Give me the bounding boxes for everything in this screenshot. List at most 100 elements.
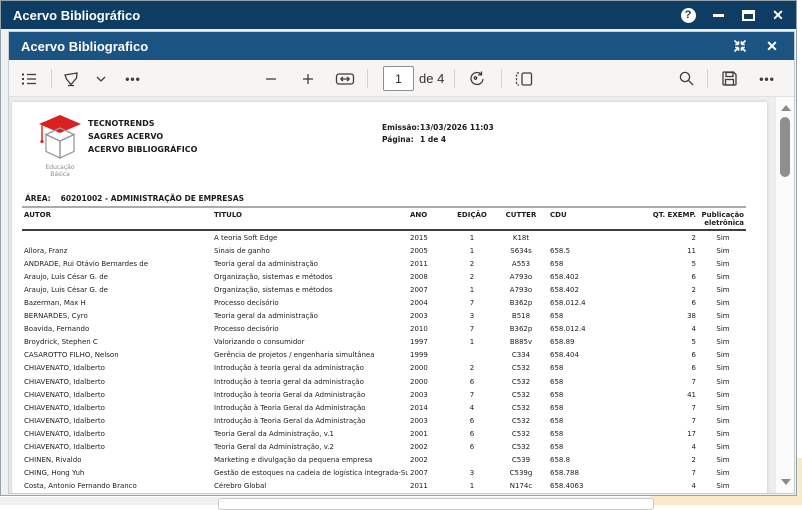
page-view-button[interactable] — [512, 66, 536, 92]
zoom-out-button[interactable] — [259, 66, 283, 92]
table-row: CHIAVENATO, IdalbertoIntrodução à teoria… — [22, 362, 746, 375]
table-row: Araujo, Luis César G. deOrganização, sis… — [22, 283, 746, 296]
scrollbar-thumb[interactable] — [780, 117, 790, 177]
emissao-value: 13/03/2026 11:03 — [420, 122, 494, 134]
cell-cdu: 658.012.4 — [546, 299, 642, 307]
cell-cutter: A553 — [496, 260, 546, 268]
more-tools-button[interactable]: ••• — [121, 66, 145, 92]
cell-cdu: 658 — [546, 404, 642, 412]
cell-qt: 7 — [642, 417, 700, 425]
cell-ano: 2001 — [408, 430, 448, 438]
cell-pub: Sim — [700, 312, 746, 320]
table-row: Broydrick, Stephen CValorizando o consum… — [22, 336, 746, 349]
cell-autor: CHIAVENATO, Idalberto — [22, 391, 214, 399]
child-window: Acervo Bibliografico ✕ — [8, 31, 795, 494]
cell-edicao: 3 — [448, 312, 496, 320]
child-close-button[interactable]: ✕ — [762, 36, 782, 56]
background-bottom-box — [218, 498, 654, 510]
header-publicacao: Publicação eletrônica — [700, 211, 746, 227]
search-button[interactable] — [674, 66, 698, 92]
cell-autor: Boavida, Fernando — [22, 325, 214, 333]
minimize-button[interactable] — [708, 5, 728, 25]
cell-edicao: 2 — [448, 364, 496, 372]
table-row: CHIAVENATO, IdalbertoIntrodução à teoria… — [22, 388, 746, 401]
cell-titulo: Teoria geral da administração — [214, 312, 408, 320]
highlighter-button[interactable] — [59, 66, 83, 92]
cell-cutter: C532 — [496, 417, 546, 425]
maximize-button[interactable] — [738, 5, 758, 25]
toolbar-separator — [367, 69, 368, 88]
cell-qt: 11 — [642, 247, 700, 255]
page-number-input[interactable] — [383, 66, 414, 91]
ellipsis-icon: ••• — [759, 72, 775, 86]
emissao-label: Emissão: — [382, 122, 420, 134]
cell-autor: Bazerman, Max H — [22, 299, 214, 307]
cell-ano: 2003 — [408, 417, 448, 425]
cell-pub: Sim — [700, 404, 746, 412]
cell-ano: 1999 — [408, 351, 448, 359]
scroll-down-icon[interactable] — [781, 479, 791, 485]
table-row: CHIAVENATO, IdalbertoTeoria Geral da Adm… — [22, 441, 746, 454]
collapse-button[interactable] — [730, 36, 750, 56]
highlighter-icon — [62, 70, 80, 88]
toolbar-separator — [51, 69, 52, 88]
minus-icon — [264, 72, 278, 86]
help-button[interactable]: ? — [678, 5, 698, 25]
fit-width-button[interactable] — [333, 66, 357, 92]
save-button[interactable] — [717, 66, 741, 92]
cell-titulo: Gerência de projetos / engenharia simult… — [214, 351, 408, 359]
cell-edicao: 1 — [448, 247, 496, 255]
cell-cutter: B518 — [496, 312, 546, 320]
maximize-icon — [742, 10, 755, 21]
cell-titulo: Cérebro Global — [214, 482, 408, 490]
table-row: Bazerman, Max HProcesso decisório20047B3… — [22, 296, 746, 309]
rotate-button[interactable] — [465, 66, 489, 92]
cell-edicao: 3 — [448, 469, 496, 477]
ellipsis-icon: ••• — [125, 72, 141, 86]
header-qt-exemp: QT. EXEMP. — [642, 211, 700, 219]
cell-ano: 2000 — [408, 364, 448, 372]
report-page: Educação Básica TECNOTRENDS SAGRES ACERV… — [12, 102, 767, 493]
toolbar-separator — [501, 69, 502, 88]
close-button[interactable]: ✕ — [768, 5, 788, 25]
cell-qt: 4 — [642, 482, 700, 490]
report-title: ACERVO BIBLIOGRÁFICO — [88, 143, 197, 156]
header-ano: ANO — [408, 211, 448, 219]
cell-ano: 2003 — [408, 312, 448, 320]
cell-ano: 2014 — [408, 404, 448, 412]
cell-qt: 4 — [642, 325, 700, 333]
cell-pub: Sim — [700, 456, 746, 464]
vertical-scrollbar[interactable] — [775, 97, 794, 493]
cell-qt: 4 — [642, 443, 700, 451]
cell-edicao: 1 — [448, 234, 496, 242]
zoom-in-button[interactable] — [296, 66, 320, 92]
cell-pub: Sim — [700, 482, 746, 490]
cell-qt: 2 — [642, 234, 700, 242]
more-options-button[interactable]: ••• — [755, 66, 779, 92]
scroll-up-icon[interactable] — [781, 105, 791, 111]
table-row: Boavida, FernandoProcesso decisório20107… — [22, 323, 746, 336]
close-icon: ✕ — [772, 8, 784, 22]
cell-edicao: 1 — [448, 338, 496, 346]
cell-cutter: S634s — [496, 247, 546, 255]
cell-autor: CHINEN, Rivaldo — [22, 456, 214, 464]
highlighter-dropdown-button[interactable] — [89, 66, 113, 92]
cell-ano: 2003 — [408, 391, 448, 399]
cell-cutter: C539 — [496, 456, 546, 464]
cell-cdu: 658.4063 — [546, 482, 642, 490]
cell-cutter: K18t — [496, 234, 546, 242]
cell-ano: 1997 — [408, 338, 448, 346]
toc-icon — [20, 70, 38, 88]
cell-cutter: C532 — [496, 443, 546, 451]
cell-edicao: 6 — [448, 378, 496, 386]
cell-edicao: 1 — [448, 286, 496, 294]
cell-ano: 2007 — [408, 469, 448, 477]
cell-titulo: Teoria geral da administração — [214, 260, 408, 268]
cell-ano: 2011 — [408, 260, 448, 268]
cell-cutter: C532 — [496, 391, 546, 399]
table-row: Costa, Antonio Fernando BrancoCérebro Gl… — [22, 480, 746, 493]
toc-button[interactable] — [17, 66, 41, 92]
cell-cdu: 658.8 — [546, 456, 642, 464]
cell-cutter: C532 — [496, 364, 546, 372]
child-close-icon: ✕ — [766, 39, 778, 53]
